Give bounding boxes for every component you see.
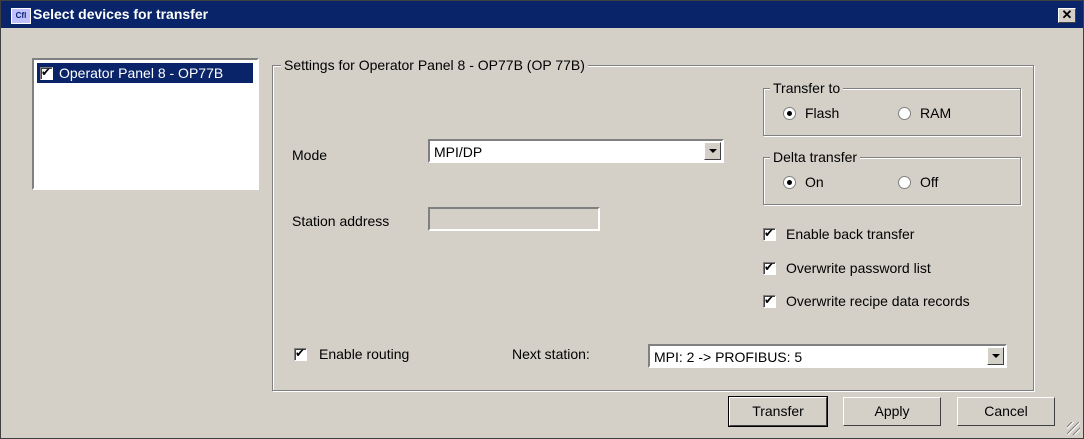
- overwrite-password-label: Overwrite password list: [786, 260, 931, 276]
- apply-button[interactable]: Apply: [843, 397, 941, 426]
- radio-off-label: Off: [920, 174, 939, 190]
- device-list-item[interactable]: Operator Panel 8 - OP77B: [37, 63, 253, 83]
- enable-routing-checkbox[interactable]: [294, 346, 307, 361]
- overwrite-recipe-checkbox[interactable]: [763, 293, 776, 308]
- enable-back-transfer-label: Enable back transfer: [786, 226, 915, 242]
- next-station-select[interactable]: MPI: 2 -> PROFIBUS: 5: [648, 344, 1007, 368]
- mode-label: Mode: [292, 147, 328, 163]
- cancel-button[interactable]: Cancel: [957, 397, 1055, 426]
- close-button[interactable]: ✕: [1058, 8, 1076, 23]
- device-checkbox[interactable]: [40, 65, 53, 80]
- mode-select[interactable]: MPI/DP: [428, 139, 724, 163]
- enable-routing-label: Enable routing: [319, 346, 410, 362]
- window-title: Select devices for transfer: [33, 6, 209, 22]
- resize-grip-icon[interactable]: [1067, 422, 1080, 435]
- radio-flash-label: Flash: [805, 105, 840, 121]
- radio-on-label: On: [805, 174, 824, 190]
- device-label: Operator Panel 8 - OP77B: [59, 65, 224, 81]
- overwrite-password-checkbox[interactable]: [763, 260, 776, 275]
- mode-value: MPI/DP: [434, 144, 483, 160]
- next-station-label: Next station:: [512, 346, 590, 362]
- settings-group-title: Settings for Operator Panel 8 - OP77B (O…: [281, 57, 588, 73]
- transfer-button[interactable]: Transfer: [728, 396, 828, 427]
- radio-ram[interactable]: [898, 107, 911, 120]
- delta-transfer-group: Delta transfer: [763, 149, 1021, 205]
- dialog-window: Cfl Select devices for transfer ✕ Operat…: [0, 0, 1084, 439]
- overwrite-recipe-label: Overwrite recipe data records: [786, 293, 970, 309]
- radio-flash[interactable]: [783, 107, 796, 120]
- title-bar[interactable]: Cfl Select devices for transfer ✕: [1, 1, 1083, 28]
- delta-transfer-title: Delta transfer: [770, 149, 861, 165]
- radio-on[interactable]: [783, 176, 796, 189]
- radio-off[interactable]: [898, 176, 911, 189]
- device-list[interactable]: Operator Panel 8 - OP77B: [32, 58, 259, 190]
- transfer-to-group: Transfer to: [763, 80, 1021, 136]
- app-icon: Cfl: [11, 8, 31, 24]
- station-address-label: Station address: [292, 213, 390, 229]
- transfer-to-title: Transfer to: [770, 80, 844, 96]
- next-station-value: MPI: 2 -> PROFIBUS: 5: [654, 349, 803, 365]
- enable-back-transfer-checkbox[interactable]: [763, 226, 776, 241]
- chevron-down-icon[interactable]: [704, 142, 721, 160]
- radio-ram-label: RAM: [920, 105, 952, 121]
- station-address-field: [428, 207, 600, 231]
- chevron-down-icon[interactable]: [987, 347, 1004, 365]
